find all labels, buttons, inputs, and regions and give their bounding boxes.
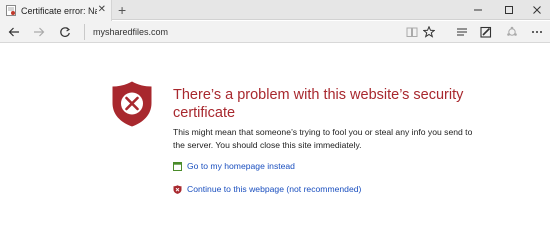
close-window-button[interactable] bbox=[522, 0, 550, 20]
tab-title: Certificate error: Naviga bbox=[21, 5, 97, 16]
security-shield-icon bbox=[112, 81, 152, 127]
close-icon bbox=[533, 6, 541, 14]
homepage-icon bbox=[173, 161, 182, 171]
navigation-bar: mysharedfiles.com bbox=[0, 21, 550, 43]
reading-view-button[interactable] bbox=[403, 24, 421, 40]
url-text: mysharedfiles.com bbox=[93, 27, 169, 37]
favorites-button[interactable] bbox=[420, 24, 438, 40]
minimize-icon bbox=[474, 9, 482, 11]
share-button[interactable] bbox=[503, 24, 521, 40]
maximize-button[interactable] bbox=[494, 0, 524, 20]
certificate-error-icon bbox=[6, 5, 16, 16]
small-shield-icon bbox=[173, 184, 182, 194]
more-icon bbox=[532, 31, 542, 33]
continue-link[interactable]: Continue to this webpage (not recommende… bbox=[187, 184, 361, 194]
back-icon bbox=[8, 27, 19, 37]
forward-button[interactable] bbox=[30, 24, 48, 40]
hub-icon bbox=[457, 28, 467, 36]
refresh-icon bbox=[60, 27, 70, 37]
title-bar: Certificate error: Naviga ✕ + bbox=[0, 0, 550, 21]
web-note-icon bbox=[480, 26, 492, 38]
refresh-button[interactable] bbox=[56, 24, 74, 40]
reading-view-icon bbox=[406, 27, 418, 37]
maximize-icon bbox=[505, 6, 513, 14]
error-heading: There’s a problem with this website’s se… bbox=[173, 87, 464, 121]
hub-button[interactable] bbox=[453, 24, 471, 40]
address-bar[interactable]: mysharedfiles.com bbox=[84, 24, 384, 40]
web-note-button[interactable] bbox=[477, 24, 495, 40]
share-icon bbox=[507, 26, 517, 36]
browser-tab[interactable]: Certificate error: Naviga ✕ bbox=[0, 0, 112, 21]
continue-link-row[interactable]: Continue to this webpage (not recommende… bbox=[173, 184, 361, 194]
homepage-link-row[interactable]: Go to my homepage instead bbox=[173, 161, 295, 171]
favorites-star-icon bbox=[423, 26, 435, 38]
homepage-link[interactable]: Go to my homepage instead bbox=[187, 161, 295, 171]
back-button[interactable] bbox=[5, 24, 23, 40]
minimize-button[interactable] bbox=[463, 0, 493, 20]
error-description: This might mean that someone’s trying to… bbox=[173, 127, 473, 150]
more-button[interactable] bbox=[528, 24, 546, 40]
close-tab-icon[interactable]: ✕ bbox=[98, 4, 106, 16]
new-tab-button[interactable]: + bbox=[118, 2, 126, 18]
forward-icon bbox=[34, 27, 45, 37]
